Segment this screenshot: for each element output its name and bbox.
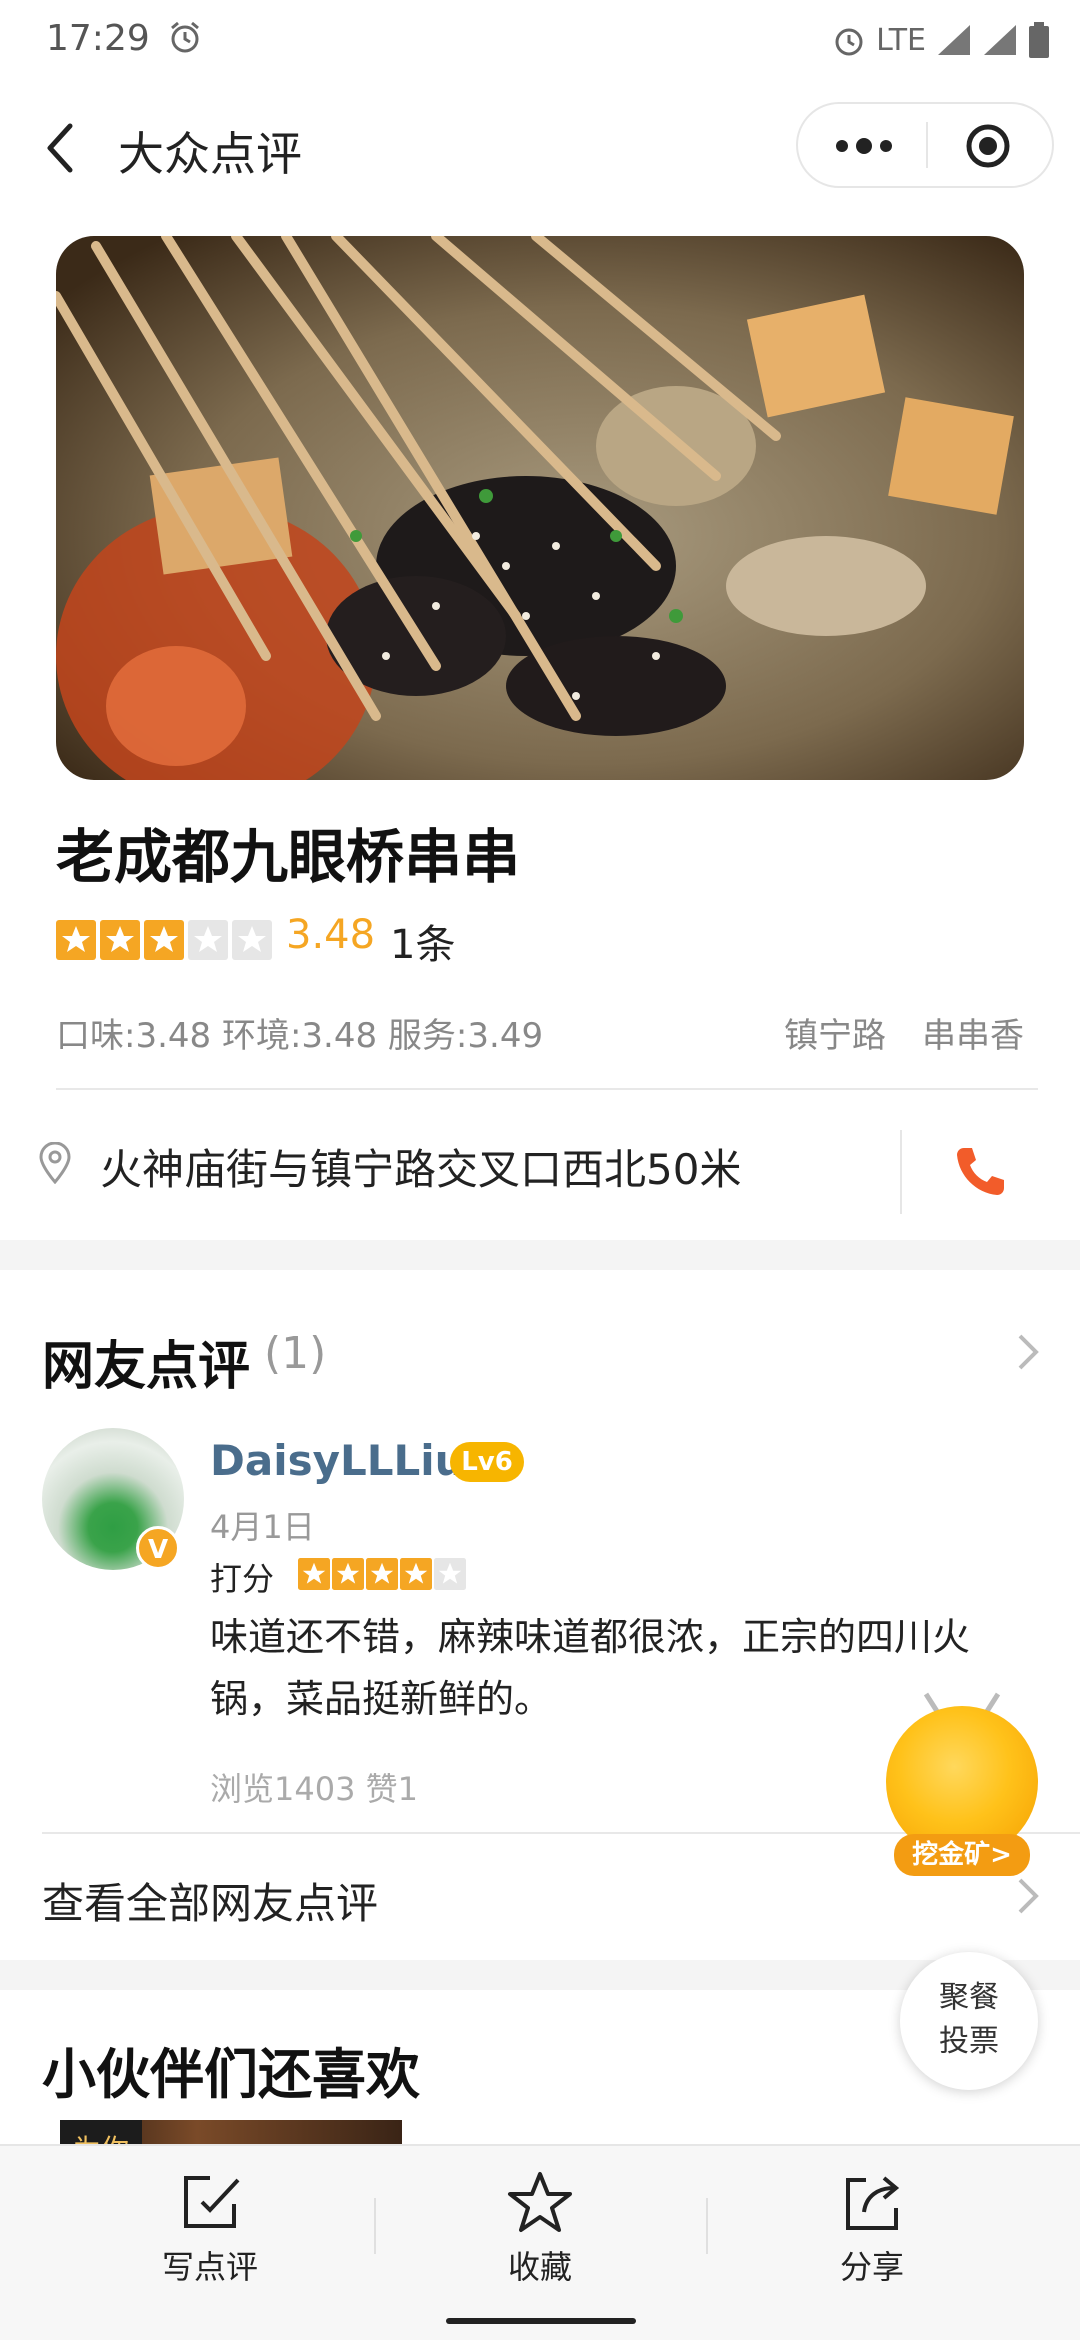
shop-rating-stars bbox=[56, 920, 272, 960]
write-review-label: 写点评 bbox=[161, 2248, 258, 2286]
miniprogram-capsule bbox=[796, 102, 1054, 188]
star-full-icon bbox=[100, 920, 140, 960]
star-icon bbox=[508, 2172, 572, 2232]
divider bbox=[56, 1088, 1038, 1090]
review-count: 1条 bbox=[390, 922, 456, 968]
divider bbox=[374, 2198, 376, 2254]
location-pin-icon bbox=[39, 1142, 71, 1184]
write-review-button[interactable]: 写点评 bbox=[100, 2170, 320, 2290]
shop-rating-score: 3.48 bbox=[286, 912, 376, 958]
tag-area[interactable]: 镇宁路 bbox=[784, 1008, 886, 1057]
status-bar: 17:29 LTE bbox=[0, 0, 1080, 80]
star-full-icon bbox=[56, 920, 96, 960]
review-date: 4月1日 bbox=[210, 1508, 315, 1546]
edit-icon bbox=[184, 2176, 240, 2228]
status-time: 17:29 bbox=[46, 18, 150, 59]
shop-name: 老成都九眼桥串串 bbox=[56, 823, 521, 891]
share-button[interactable]: 分享 bbox=[762, 2170, 982, 2290]
star-full-icon bbox=[144, 920, 184, 960]
sub-scores: 口味:3.48 环境:3.48 服务:3.49 bbox=[56, 1016, 544, 1056]
favorite-label: 收藏 bbox=[507, 2248, 572, 2286]
review-stars bbox=[298, 1558, 466, 1590]
divider bbox=[706, 2198, 708, 2254]
star-full-icon bbox=[298, 1558, 330, 1590]
chevron-right-icon[interactable] bbox=[1014, 1874, 1042, 1918]
network-type: LTE bbox=[876, 22, 926, 58]
star-full-icon bbox=[366, 1558, 398, 1590]
share-label: 分享 bbox=[839, 2248, 904, 2286]
recommend-title: 小伙伴们还喜欢 bbox=[42, 2043, 420, 2106]
star-empty-icon bbox=[232, 920, 272, 960]
status-icons: LTE bbox=[832, 18, 1050, 62]
page-title: 大众点评 bbox=[118, 127, 302, 181]
more-icon[interactable] bbox=[834, 136, 894, 156]
divider bbox=[900, 1130, 902, 1214]
group-vote-label: 聚餐 投票 bbox=[900, 1976, 1038, 2064]
phone-icon[interactable] bbox=[954, 1144, 1006, 1198]
capsule-divider bbox=[926, 122, 928, 168]
nav-bar: 大众点评 bbox=[0, 80, 1080, 230]
star-empty-icon bbox=[434, 1558, 466, 1590]
back-icon[interactable] bbox=[40, 120, 80, 176]
star-empty-icon bbox=[188, 920, 228, 960]
see-all-reviews-link[interactable]: 查看全部网友点评 bbox=[42, 1870, 378, 1931]
star-full-icon bbox=[332, 1558, 364, 1590]
battery-icon bbox=[1029, 22, 1049, 58]
reviews-title[interactable]: 网友点评 bbox=[42, 1324, 250, 1399]
shop-cover-image[interactable] bbox=[56, 236, 1024, 780]
share-icon bbox=[846, 2176, 900, 2230]
group-vote-line1: 聚餐 bbox=[939, 1980, 999, 2015]
gold-mine-label[interactable]: 挖金矿> bbox=[894, 1834, 1030, 1876]
chevron-right-icon[interactable] bbox=[1014, 1330, 1042, 1374]
shop-tags: 镇宁路 串串香 bbox=[784, 1008, 1024, 1057]
alarm-icon bbox=[171, 21, 199, 53]
signal-icon bbox=[984, 25, 1016, 55]
star-full-icon bbox=[400, 1558, 432, 1590]
shop-address[interactable]: 火神庙街与镇宁路交叉口西北50米 bbox=[100, 1136, 741, 1197]
signal-icon bbox=[938, 25, 970, 55]
close-miniprogram-icon[interactable] bbox=[964, 122, 1012, 170]
tag-category[interactable]: 串串香 bbox=[922, 1008, 1024, 1057]
gold-mine-widget[interactable]: 挖金矿> bbox=[886, 1692, 1038, 1876]
shop-card: 老成都九眼桥串串 3.48 1条 口味:3.48 环境:3.48 服务:3.49… bbox=[0, 230, 1080, 1240]
favorite-button[interactable]: 收藏 bbox=[430, 2170, 650, 2290]
score-label: 打分 bbox=[210, 1560, 275, 1598]
group-vote-button[interactable]: 聚餐 投票 bbox=[900, 1952, 1038, 2090]
review-stats: 浏览1403 赞1 bbox=[210, 1770, 418, 1808]
verified-badge: V bbox=[136, 1526, 180, 1570]
alarm-icon bbox=[835, 28, 863, 56]
reviews-count: (1) bbox=[264, 1328, 327, 1379]
reviewer-name[interactable]: DaisyLLLiu bbox=[210, 1436, 465, 1485]
group-vote-line2: 投票 bbox=[939, 2024, 999, 2059]
level-badge: Lv6 bbox=[450, 1442, 524, 1482]
home-indicator[interactable] bbox=[446, 2318, 636, 2324]
bottom-action-bar: 写点评 收藏 分享 bbox=[0, 2144, 1080, 2340]
